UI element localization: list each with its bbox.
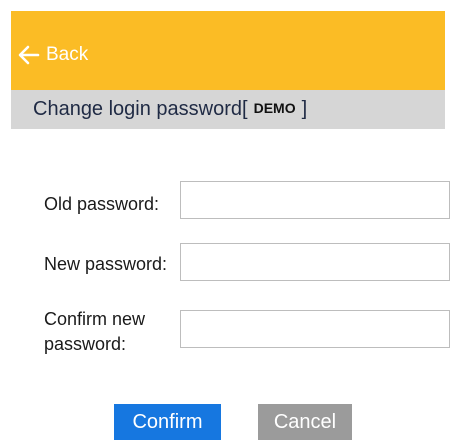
old-password-field[interactable] — [180, 181, 450, 219]
cancel-button[interactable]: Cancel — [258, 404, 352, 440]
confirm-password-field[interactable] — [180, 310, 450, 348]
change-password-page: Back Change login password[ DEMO] Old pas… — [0, 0, 455, 440]
confirm-password-label-line1: Confirm new — [44, 309, 146, 329]
back-label: Back — [46, 44, 89, 65]
username-badge: DEMO — [253, 100, 296, 116]
top-app-bar: Back — [11, 11, 445, 90]
page-title-bar: Change login password[ DEMO] — [11, 90, 445, 129]
page-title-text: Change login password[ — [33, 98, 248, 120]
page-title: Change login password[ DEMO] — [33, 98, 307, 121]
page-title-close-bracket: ] — [301, 98, 308, 120]
back-button[interactable]: Back — [18, 42, 88, 68]
confirm-password-label-line2: password: — [44, 334, 127, 354]
new-password-label: New password: — [44, 254, 168, 274]
confirm-button[interactable]: Confirm — [114, 404, 221, 440]
old-password-label: Old password: — [44, 194, 160, 214]
new-password-field[interactable] — [180, 243, 450, 281]
arrow-left-icon — [18, 45, 40, 65]
